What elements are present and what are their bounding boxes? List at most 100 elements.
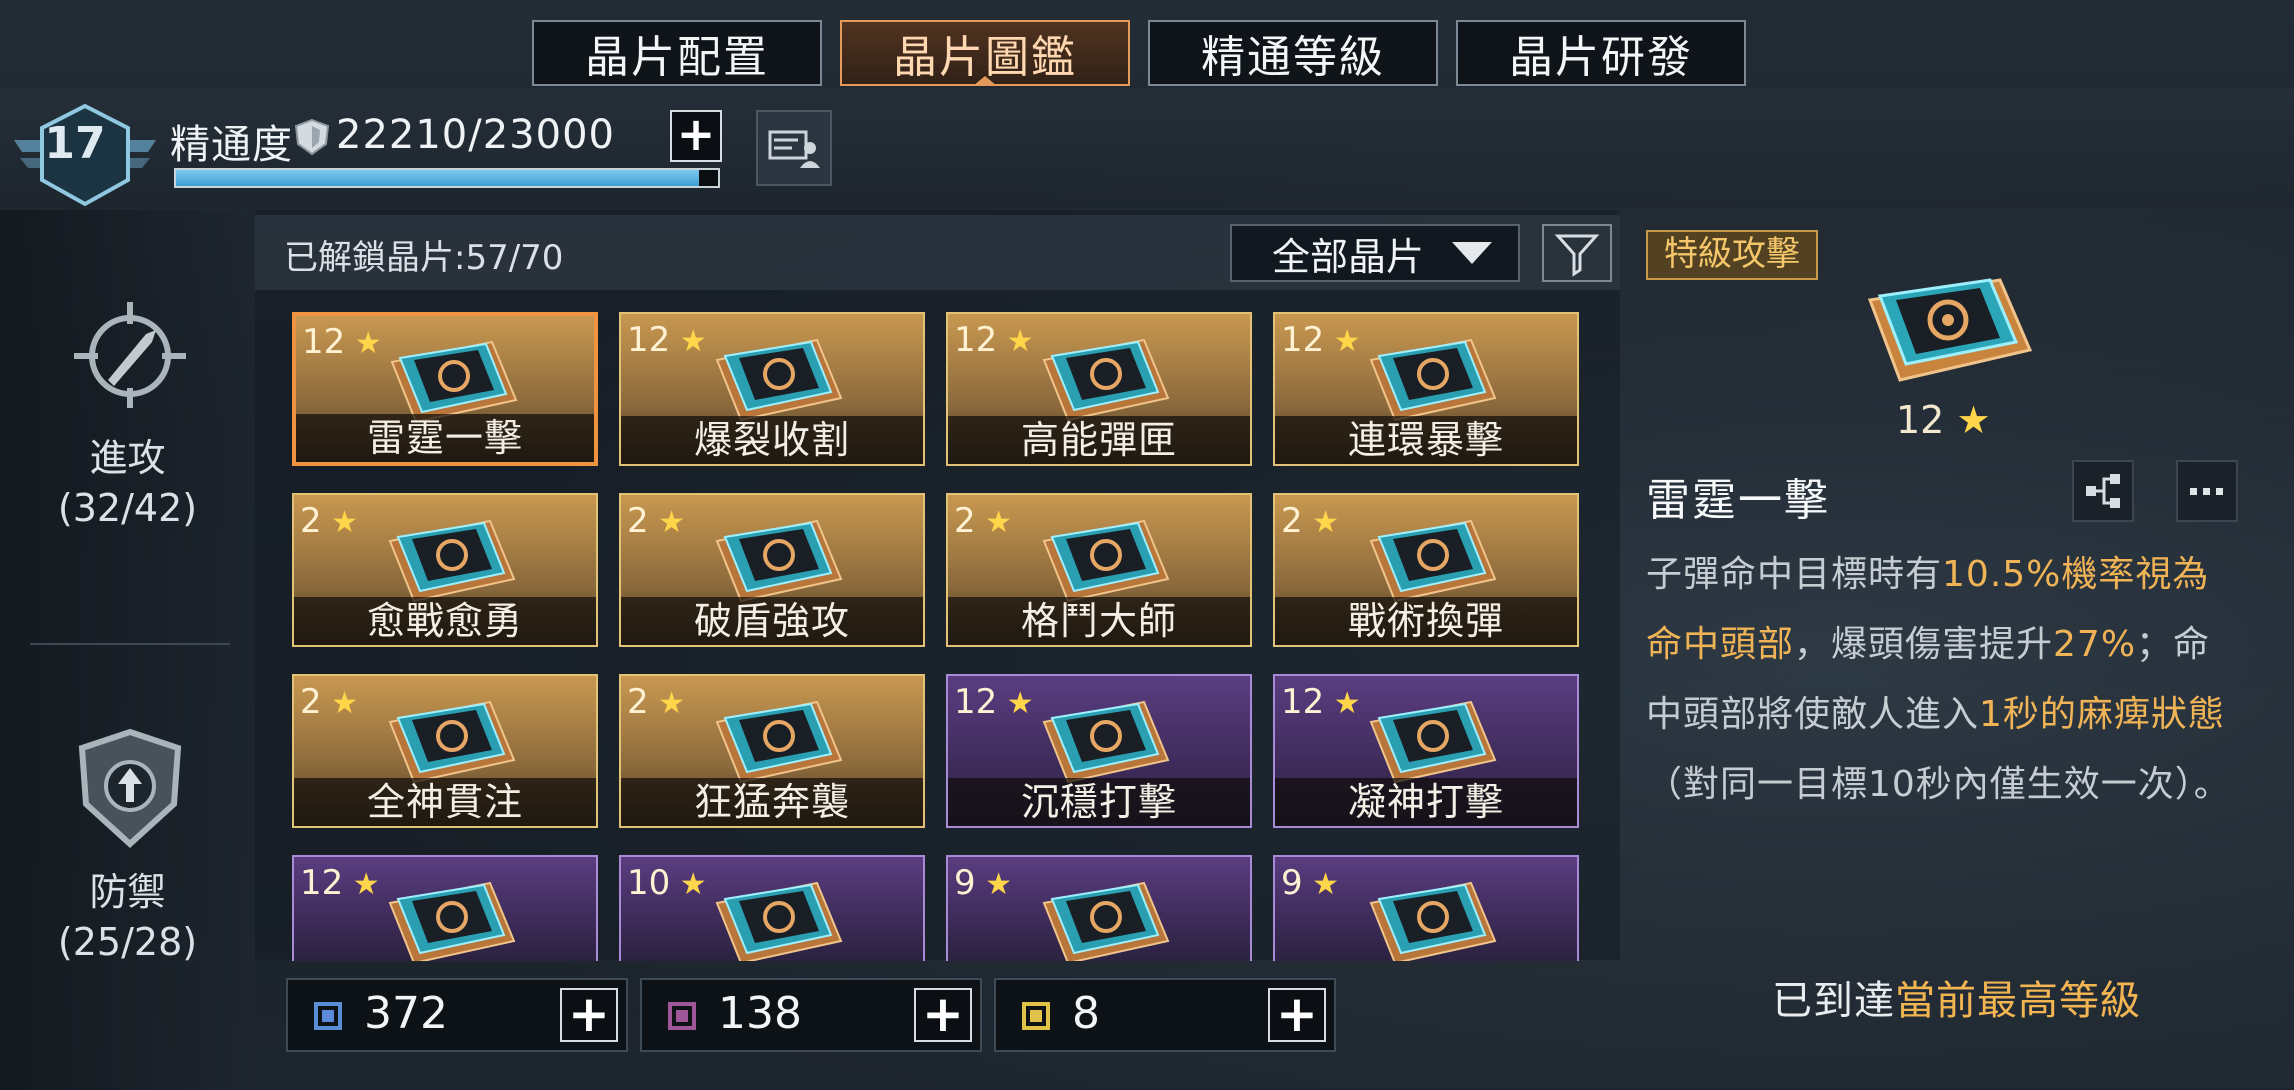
chip-tile[interactable]: 2 ★ 格鬥大師 (946, 493, 1252, 647)
chip-star-level: 9 ★ (954, 863, 1012, 903)
chip-star-count: 10 (627, 863, 671, 903)
desc-text-4: （對同一目標10秒內僅生效一次）。 (1646, 764, 2231, 805)
funnel-icon (1554, 234, 1600, 277)
chip-name: 愈戰愈勇 (294, 597, 596, 645)
detail-star-level: 12 ★ (1896, 398, 1991, 442)
chip-card-icon (388, 881, 516, 961)
chip-star-level: 2 ★ (300, 682, 358, 722)
chip-tile[interactable]: 12 ★ 沉穩打擊 (946, 674, 1252, 828)
chip-filter-value: 全部晶片 (1272, 234, 1425, 279)
chip-star-count: 2 (300, 501, 322, 541)
add-blue-currency-button[interactable]: + (560, 988, 618, 1042)
chip-star-level: 9 ★ (1281, 863, 1339, 903)
star-icon: ★ (975, 505, 1013, 540)
chip-name: 戰術換彈 (1275, 597, 1577, 645)
chip-name: 高能彈匣 (948, 416, 1250, 464)
chip-star-count: 12 (1281, 682, 1325, 722)
chip-tile[interactable]: 2 ★ 全神貫注 (292, 674, 598, 828)
add-mastery-button[interactable]: + (670, 110, 722, 162)
filter-button[interactable] (1542, 224, 1612, 282)
star-icon: ★ (648, 686, 686, 721)
level-number: 17 (44, 118, 106, 169)
chip-tile[interactable]: 2 ★ 戰術換彈 (1273, 493, 1579, 647)
add-purple-currency-button[interactable]: + (914, 988, 972, 1042)
max-level-highlight: 當前最高等級 (1895, 978, 2141, 1024)
chip-name: 全神貫注 (294, 778, 596, 826)
chip-tile[interactable]: 12 ★ 連環暴擊 (1273, 312, 1579, 466)
tab-chip-config[interactable]: 晶片配置 (532, 20, 822, 86)
chip-name: 凝神打擊 (1275, 778, 1577, 826)
attack-category-count: (32/42) (57, 486, 198, 530)
max-level-notice: 已到達當前最高等級 (1772, 968, 2141, 1026)
shield-arrow-icon[interactable] (70, 726, 190, 856)
mastery-value: 22210/23000 (336, 112, 615, 158)
chip-star-count: 12 (302, 322, 346, 362)
detail-star-count: 12 (1896, 398, 1945, 442)
chip-name: 格鬥大師 (948, 597, 1250, 645)
chip-tile[interactable]: 2 ★ 狂猛奔襲 (619, 674, 925, 828)
defense-category-count: (25/28) (57, 920, 198, 964)
desc-highlight-2: 27% (2053, 624, 2137, 665)
chip-tile[interactable]: 12 ★ 雷霆一擊 (292, 312, 598, 466)
star-icon: ★ (975, 867, 1013, 902)
more-options-button[interactable] (2176, 460, 2238, 522)
crosshair-bullet-icon[interactable] (70, 300, 190, 410)
chip-tile[interactable]: 9 ★ (946, 855, 1252, 961)
chip-tile[interactable]: 9 ★ (1273, 855, 1579, 961)
chip-name: 沉穩打擊 (948, 778, 1250, 826)
tab-chip-codex[interactable]: 晶片圖鑑 (840, 20, 1130, 86)
tab-chip-research[interactable]: 晶片研發 (1456, 20, 1746, 86)
shield-gem-icon (294, 118, 330, 156)
info-board-button[interactable] (756, 110, 832, 186)
chip-tile[interactable]: 10 ★ (619, 855, 925, 961)
chip-star-level: 12 ★ (302, 322, 382, 362)
chip-star-level: 12 ★ (954, 682, 1034, 722)
desc-text-1: 子彈命中目標時有 (1646, 554, 1943, 595)
star-icon: ★ (321, 505, 359, 540)
mastery-progress-fill (176, 170, 700, 186)
chip-star-count: 2 (954, 501, 976, 541)
tree-button[interactable] (2072, 460, 2134, 522)
add-gold-currency-button[interactable]: + (1268, 988, 1326, 1042)
chip-star-count: 2 (627, 682, 649, 722)
star-icon: ★ (321, 686, 359, 721)
star-icon: ★ (1302, 867, 1340, 902)
chip-tile[interactable]: 12 ★ 爆裂收割 (619, 312, 925, 466)
currency-gold: 8 + (994, 978, 1336, 1052)
more-dots-icon (2190, 488, 2223, 495)
chip-filter-dropdown[interactable]: 全部晶片 (1230, 224, 1520, 282)
tab-mastery-level[interactable]: 精通等級 (1148, 20, 1438, 86)
chip-star-level: 2 ★ (627, 682, 685, 722)
chip-star-count: 9 (954, 863, 976, 903)
sidebar-divider (30, 643, 230, 645)
chip-card-icon (1369, 881, 1497, 961)
chip-name: 破盾強攻 (621, 597, 923, 645)
chip-star-level: 12 ★ (954, 320, 1034, 360)
chip-tile[interactable]: 12 ★ 高能彈匣 (946, 312, 1252, 466)
currency-purple: 138 + (640, 978, 982, 1052)
chip-star-count: 9 (1281, 863, 1303, 903)
attack-category-label[interactable]: 進攻 (0, 434, 255, 482)
chip-star-level: 12 ★ (1281, 320, 1361, 360)
chip-star-level: 2 ★ (1281, 501, 1339, 541)
chip-name: 連環暴擊 (1275, 416, 1577, 464)
chip-tile[interactable]: 12 ★ (292, 855, 598, 961)
currency-blue-value: 372 (364, 988, 448, 1039)
chip-name: 狂猛奔襲 (621, 778, 923, 826)
chevron-down-icon (1452, 242, 1492, 264)
chip-star-level: 12 ★ (1281, 682, 1361, 722)
defense-category-label[interactable]: 防禦 (0, 868, 255, 916)
chip-star-count: 12 (1281, 320, 1325, 360)
chip-star-level: 2 ★ (954, 501, 1012, 541)
chip-star-count: 12 (627, 320, 671, 360)
chip-tile[interactable]: 2 ★ 破盾強攻 (619, 493, 925, 647)
chip-star-count: 12 (954, 320, 998, 360)
chip-tile[interactable]: 2 ★ 愈戰愈勇 (292, 493, 598, 647)
chip-card-icon (1042, 881, 1170, 961)
chip-star-level: 2 ★ (627, 501, 685, 541)
unlocked-count: 已解鎖晶片:57/70 (284, 238, 564, 278)
purple-chip-icon (668, 1002, 696, 1030)
chip-tile[interactable]: 12 ★ 凝神打擊 (1273, 674, 1579, 828)
chip-star-count: 2 (627, 501, 649, 541)
max-level-prefix: 已到達 (1772, 978, 1895, 1024)
